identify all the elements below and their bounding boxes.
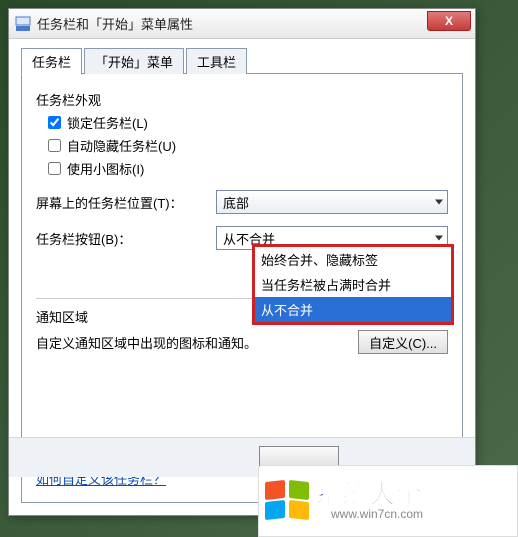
close-button[interactable]: X [427, 11, 471, 31]
windows-logo-icon [263, 481, 311, 521]
close-icon: X [445, 14, 453, 28]
tab-startmenu[interactable]: 「开始」菜单 [84, 48, 184, 74]
window-title: 任务栏和「开始」菜单属性 [37, 14, 193, 33]
dropdown-option-always[interactable]: 始终合并、隐藏标签 [255, 247, 451, 272]
position-row: 屏幕上的任务栏位置(T)： 底部 [36, 190, 448, 214]
tab-toolbars[interactable]: 工具栏 [186, 48, 247, 74]
autohide-row[interactable]: 自动隐藏任务栏(U) [44, 136, 448, 155]
dialog-body: 任务栏 「开始」菜单 工具栏 任务栏外观 锁定任务栏(L) 自动隐藏任务栏(U)… [9, 39, 475, 515]
position-select[interactable]: 底部 [216, 190, 448, 214]
notify-desc: 自定义通知区域中出现的图标和通知。 [36, 333, 358, 352]
customize-button[interactable]: 自定义(C)... [358, 330, 448, 354]
dropdown-option-never[interactable]: 从不合并 [255, 297, 451, 322]
watermark-url: www.win7cn.com [331, 507, 423, 521]
tab-taskbar[interactable]: 任务栏 [21, 48, 82, 75]
watermark: 系统大全 www.win7cn.com [258, 465, 518, 537]
autohide-checkbox[interactable] [48, 139, 61, 152]
properties-dialog: 任务栏和「开始」菜单属性 X 任务栏 「开始」菜单 工具栏 任务栏外观 锁定任务… [8, 8, 476, 516]
watermark-text: 系统大全 [315, 481, 423, 507]
buttons-dropdown: 始终合并、隐藏标签 当任务栏被占满时合并 从不合并 [254, 246, 452, 323]
tabstrip: 任务栏 「开始」菜单 工具栏 [21, 47, 463, 73]
smallicons-checkbox[interactable] [48, 162, 61, 175]
taskbar-icon [15, 16, 31, 32]
titlebar: 任务栏和「开始」菜单属性 X [9, 9, 475, 39]
chevron-down-icon [435, 200, 443, 205]
appearance-group-label: 任务栏外观 [36, 90, 448, 109]
lock-taskbar-label: 锁定任务栏(L) [67, 113, 148, 132]
lock-taskbar-row[interactable]: 锁定任务栏(L) [44, 113, 448, 132]
position-label: 屏幕上的任务栏位置(T)： [36, 193, 216, 212]
notify-row: 自定义通知区域中出现的图标和通知。 自定义(C)... [36, 330, 448, 354]
lock-taskbar-checkbox[interactable] [48, 116, 61, 129]
chevron-down-icon [435, 236, 443, 241]
buttons-label: 任务栏按钮(B)： [36, 229, 216, 248]
buttons-value: 从不合并 [223, 229, 275, 248]
smallicons-row[interactable]: 使用小图标(I) [44, 159, 448, 178]
smallicons-label: 使用小图标(I) [67, 159, 144, 178]
dropdown-option-whenfull[interactable]: 当任务栏被占满时合并 [255, 272, 451, 297]
autohide-label: 自动隐藏任务栏(U) [67, 136, 176, 155]
position-value: 底部 [223, 193, 249, 212]
